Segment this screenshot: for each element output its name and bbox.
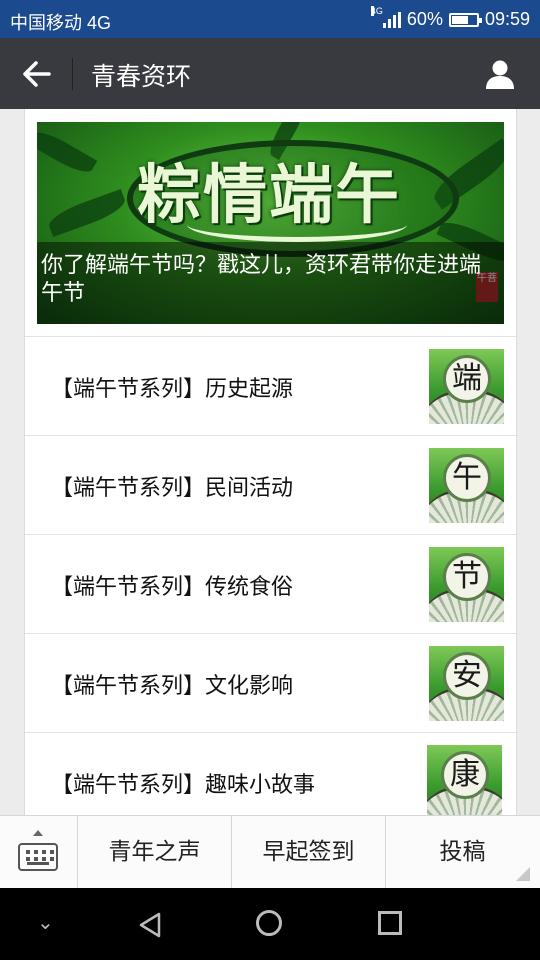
bottom-menu: 青年之声 早起签到 投稿 [0, 815, 540, 889]
user-icon [486, 60, 514, 89]
list-item[interactable]: 【端午节系列】文化影响 安 [25, 633, 516, 732]
article-thumbnail: 安 [429, 646, 504, 721]
hide-nav-icon[interactable]: ⌄ [37, 910, 54, 934]
article-title: 【端午节系列】历史起源 [51, 377, 294, 402]
featured-caption: 你了解端午节吗？戳这儿，资环君带你走进端午节 [37, 242, 504, 324]
title-bar: 青春资环 [0, 38, 540, 109]
list-item[interactable]: 【端午节系列】趣味小故事 康 [25, 732, 516, 815]
thumbnail-character: 安 [443, 652, 491, 700]
featured-article[interactable]: 粽情端午 午菩 你了解端午节吗？戳这儿，资环君带你走进端午节 [37, 122, 504, 324]
article-title: 【端午节系列】文化影响 [51, 674, 294, 699]
list-item[interactable]: 【端午节系列】历史起源 端 [25, 336, 516, 435]
article-title: 【端午节系列】传统食俗 [51, 575, 294, 600]
network-type-label: 4G [370, 5, 383, 16]
page-title: 青春资环 [91, 62, 192, 91]
battery-percent: 60% [406, 9, 443, 29]
caret-up-icon [33, 830, 43, 836]
thumbnail-character: 节 [443, 553, 491, 601]
thumbnail-character: 午 [443, 454, 491, 502]
submenu-indicator-icon [516, 867, 530, 881]
thumbnail-character: 端 [443, 355, 491, 403]
profile-button[interactable] [484, 58, 516, 90]
status-bar: 中国移动 4G 4G 60% 09:59 [0, 0, 540, 38]
article-title: 【端午节系列】趣味小故事 [51, 773, 316, 798]
keyboard-icon [18, 843, 58, 871]
thumbnail-character: 康 [441, 751, 489, 799]
article-list: 粽情端午 午菩 你了解端午节吗？戳这儿，资环君带你走进端午节 【端午节系列】历史… [24, 109, 517, 815]
title-divider [72, 58, 73, 90]
keyboard-toggle-button[interactable] [0, 816, 78, 889]
home-nav-icon[interactable] [256, 910, 282, 936]
article-thumbnail: 节 [429, 547, 504, 622]
battery-icon [448, 12, 482, 27]
arrow-left-icon [23, 61, 51, 87]
article-title: 【端午节系列】民间活动 [51, 476, 294, 501]
back-nav-icon[interactable] [138, 912, 162, 938]
back-button[interactable] [22, 60, 52, 88]
list-item[interactable]: 【端午节系列】民间活动 午 [25, 435, 516, 534]
carrier-label: 中国移动 4G [10, 13, 112, 33]
article-thumbnail: 端 [429, 349, 504, 424]
menu-checkin-button[interactable]: 早起签到 [232, 816, 386, 889]
menu-youth-voice-button[interactable]: 青年之声 [78, 816, 232, 889]
recents-nav-icon[interactable] [378, 911, 402, 935]
system-nav-bar: ⌄ [0, 888, 540, 960]
article-thumbnail: 午 [429, 448, 504, 523]
article-thumbnail: 康 [427, 745, 502, 815]
list-item[interactable]: 【端午节系列】传统食俗 节 [25, 534, 516, 633]
signal-icon: 4G [370, 5, 401, 28]
clock: 09:59 [484, 9, 530, 29]
